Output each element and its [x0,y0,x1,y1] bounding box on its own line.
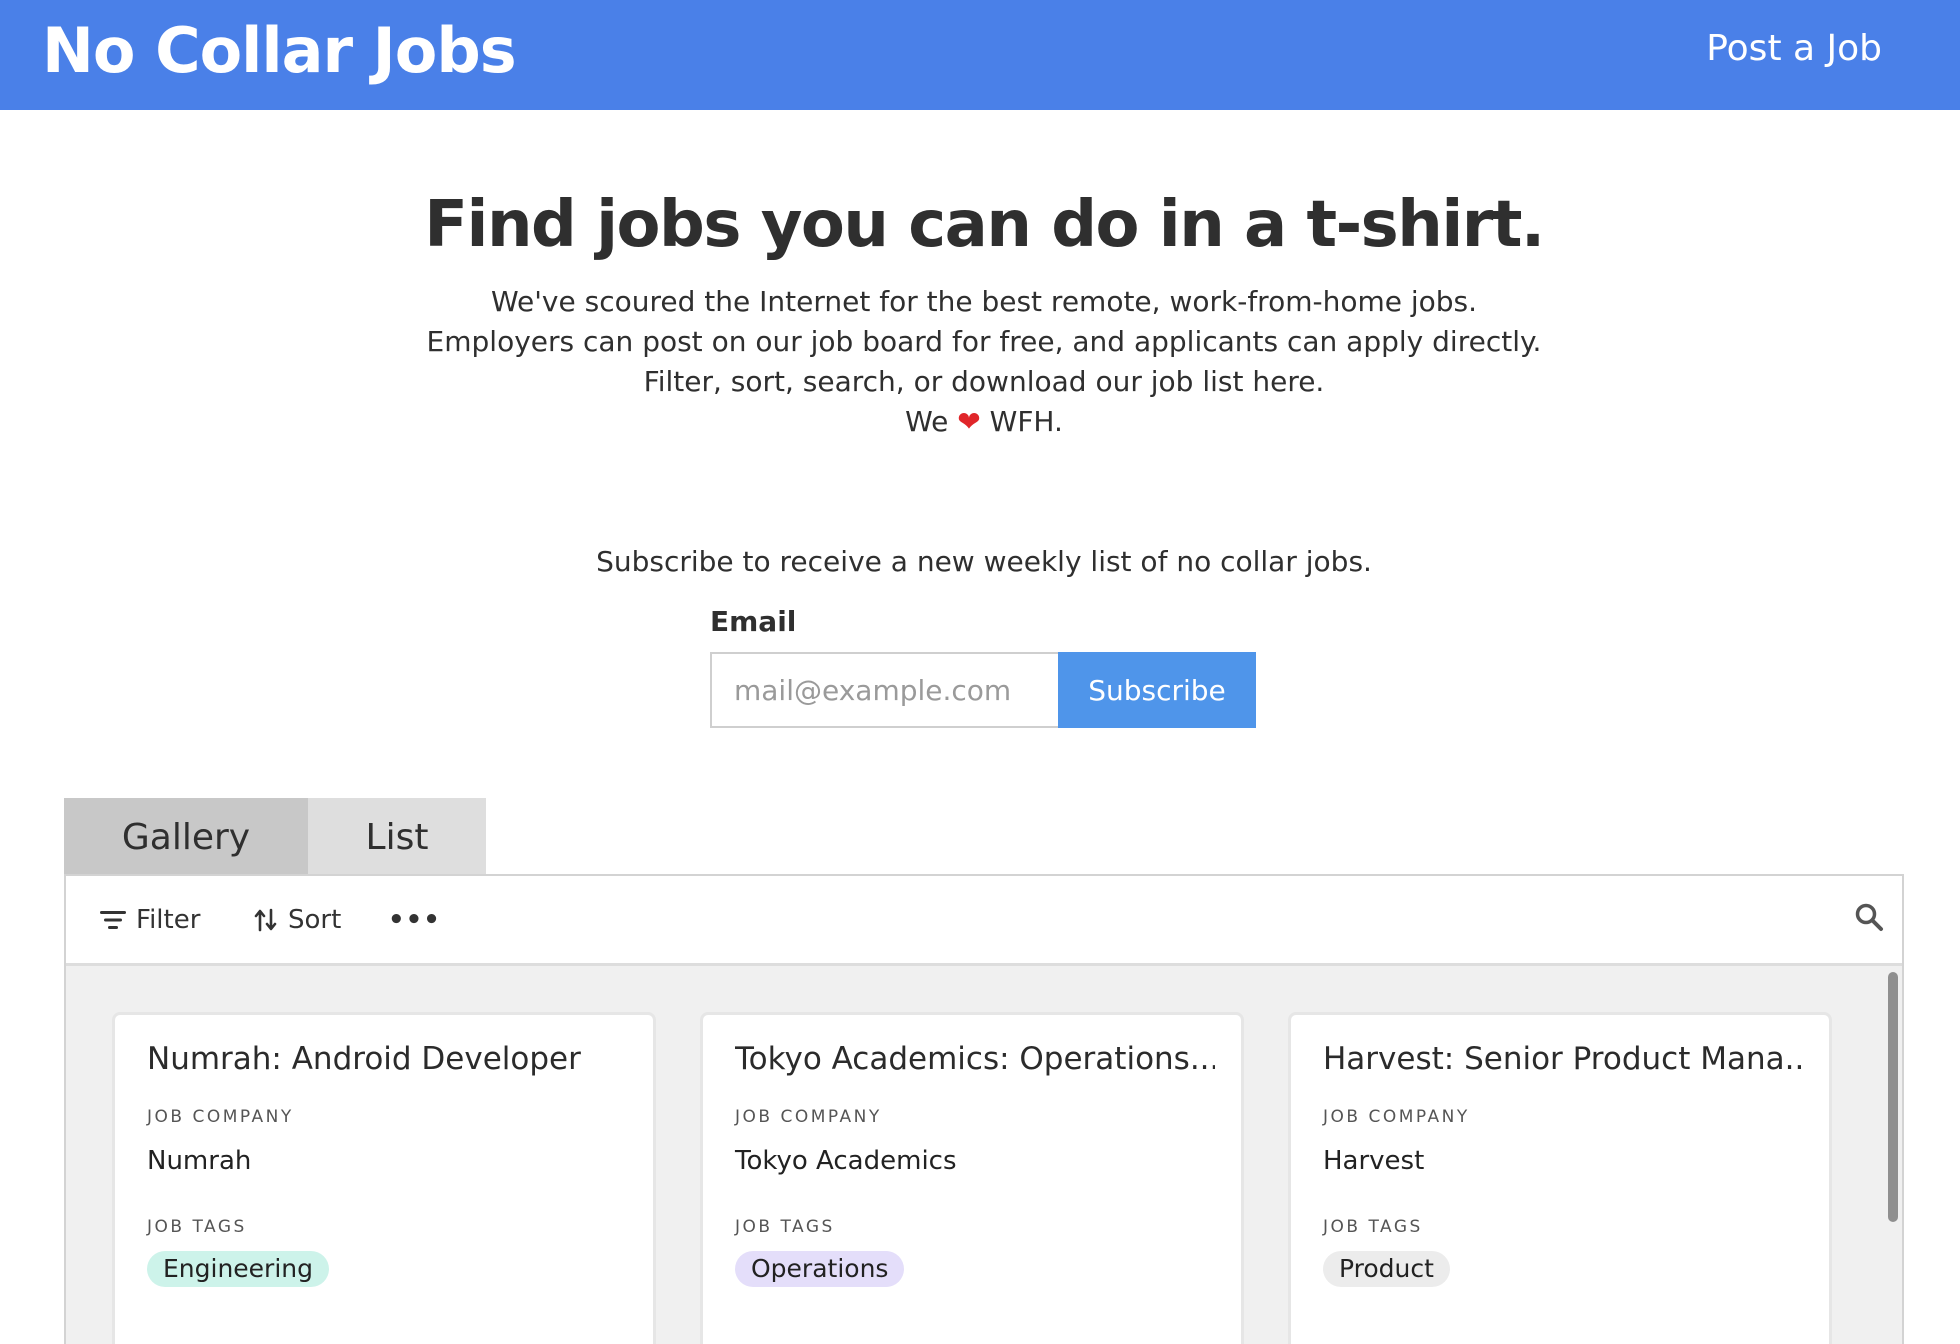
job-title: Numrah: Android Developer [147,1041,581,1077]
subscribe-prompt: Subscribe to receive a new weekly list o… [596,545,1372,578]
job-company-label: JOB COMPANY [1323,1107,1470,1127]
scrollbar[interactable] [1888,972,1898,1222]
view-tabs: Gallery List [64,798,486,876]
sort-icon [254,908,278,932]
job-title: Harvest: Senior Product Mana... [1323,1041,1803,1077]
job-tags-label: JOB TAGS [1323,1217,1423,1237]
view-toolbar: Filter Sort ••• [66,876,1902,966]
hero-love-suffix: WFH. [989,405,1063,438]
heart-icon: ❤ [957,405,981,438]
filter-button[interactable]: Filter [100,900,200,940]
tab-gallery[interactable]: Gallery [64,798,308,876]
job-company-label: JOB COMPANY [147,1107,294,1127]
hero-line: Employers can post on our job board for … [426,325,1542,358]
tab-list[interactable]: List [308,798,486,876]
subscribe-button[interactable]: Subscribe [1058,652,1256,728]
email-input[interactable] [710,652,1058,728]
job-tag: Product [1323,1251,1450,1287]
hero-line: We've scoured the Internet for the best … [490,285,1478,318]
site-logo[interactable]: No Collar Jobs [42,10,517,92]
job-company: Tokyo Academics [735,1146,957,1176]
filter-label: Filter [136,905,201,935]
search-icon[interactable] [1854,902,1884,936]
job-card[interactable]: Tokyo Academics: Operations... JOB COMPA… [700,1012,1244,1344]
job-company: Numrah [147,1146,252,1176]
jobs-gallery-view: Filter Sort ••• Numrah: Android Develope… [64,874,1904,1344]
job-title: Tokyo Academics: Operations... [735,1041,1215,1077]
hero-line: Filter, sort, search, or download our jo… [643,365,1325,398]
job-tag: Operations [735,1251,905,1287]
sort-button[interactable]: Sort [254,900,341,940]
job-company: Harvest [1323,1146,1425,1176]
job-company-label: JOB COMPANY [735,1107,882,1127]
job-tags-label: JOB TAGS [735,1217,835,1237]
job-tag: Engineering [147,1251,329,1287]
hero-line-love: We ❤ WFH. [0,402,1960,442]
page-title: Find jobs you can do in a t-shirt. [424,188,1545,262]
job-card[interactable]: Harvest: Senior Product Mana... JOB COMP… [1288,1012,1832,1344]
job-tags-label: JOB TAGS [147,1217,247,1237]
sort-label: Sort [288,905,342,935]
top-navbar: No Collar Jobs Post a Job [0,0,1960,110]
job-card[interactable]: Numrah: Android Developer JOB COMPANY Nu… [112,1012,656,1344]
email-label: Email [710,605,797,638]
hero-love-prefix: We [905,405,949,438]
hero-description: We've scoured the Internet for the best … [0,282,1960,442]
filter-icon [100,909,126,931]
post-a-job-link[interactable]: Post a Job [1706,26,1882,72]
more-options-button[interactable]: ••• [388,900,441,940]
